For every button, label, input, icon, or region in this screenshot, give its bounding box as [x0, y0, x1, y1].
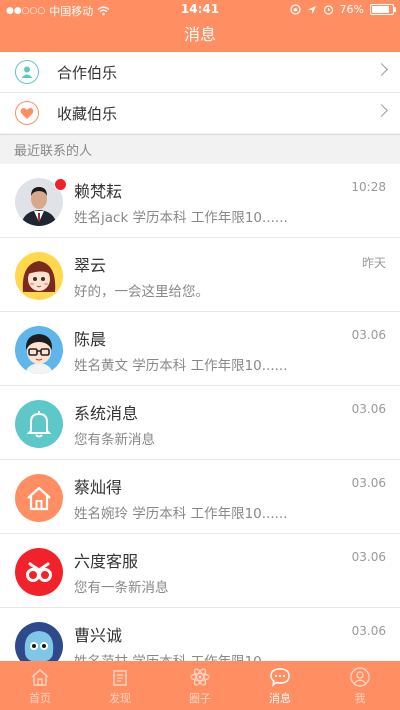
- message-preview: 姓名婉玲 学历本科 工作年限10......: [74, 506, 288, 522]
- message-time: 03.06: [351, 476, 386, 490]
- battery-icon: [370, 4, 396, 15]
- home-icon: [15, 474, 63, 522]
- tab-label: 圈子: [189, 692, 211, 705]
- chevron-right-icon: [375, 63, 388, 76]
- contact-row[interactable]: 六度客服 您有一条新消息 03.06: [0, 534, 400, 608]
- chevron-right-icon: [375, 104, 388, 117]
- menu-list: 合作伯乐 收藏伯乐: [0, 52, 400, 133]
- contact-name: 蔡灿得: [74, 478, 123, 497]
- orientation-lock-icon: [289, 4, 301, 15]
- message-time: 10:28: [351, 180, 386, 194]
- unread-badge: [54, 178, 67, 191]
- message-preview: 您有一条新消息: [74, 580, 169, 596]
- menu-item-favorites[interactable]: 收藏伯乐: [0, 93, 400, 133]
- menu-item-label: 收藏伯乐: [57, 104, 118, 123]
- contact-name: 陈晨: [74, 330, 107, 349]
- service-logo-icon: [15, 548, 63, 596]
- message-time: 昨天: [361, 256, 386, 270]
- message-time: 03.06: [351, 550, 386, 564]
- contact-row[interactable]: 陈晨 姓名黄文 学历本科 工作年限10...... 03.06: [0, 312, 400, 386]
- home-tab-icon: [31, 669, 49, 686]
- menu-item-label: 合作伯乐: [57, 63, 118, 82]
- circle-tab-icon: [190, 668, 210, 686]
- tab-bar: 首页 发现 圈子 消息 我: [0, 661, 400, 710]
- contact-name: 翠云: [74, 256, 107, 275]
- contact-name: 系统消息: [74, 404, 139, 423]
- message-time: 03.06: [351, 328, 386, 342]
- message-time: 03.06: [351, 624, 386, 638]
- tab-label: 消息: [269, 692, 291, 705]
- message-preview: 好的，一会这里给您。: [74, 284, 209, 300]
- contact-name: 六度客服: [74, 552, 139, 571]
- tab-home[interactable]: 首页: [0, 661, 80, 710]
- tab-messages[interactable]: 消息: [240, 661, 320, 710]
- message-time: 03.06: [351, 402, 386, 416]
- person-icon: [15, 60, 39, 84]
- tab-label: 发现: [109, 692, 131, 705]
- status-bar: ●●○○○ 中国移动 14:41 76%: [0, 0, 400, 20]
- discover-tab-icon: [113, 670, 127, 686]
- header: ●●○○○ 中国移动 14:41 76% 消息: [0, 0, 400, 52]
- profile-tab-icon: [350, 667, 370, 687]
- girl-cartoon-avatar: [15, 252, 63, 300]
- contact-row[interactable]: 赖梵耘 姓名jack 学历本科 工作年限10...... 10:28: [0, 164, 400, 238]
- heart-icon: [15, 101, 39, 125]
- tab-circle[interactable]: 圈子: [160, 661, 240, 710]
- tab-profile[interactable]: 我: [320, 661, 400, 710]
- page-title: 消息: [183, 25, 216, 44]
- contact-row[interactable]: 系统消息 您有条新消息 03.06: [0, 386, 400, 460]
- bell-icon: [15, 400, 63, 448]
- contact-name: 赖梵耘: [74, 182, 123, 201]
- contact-row[interactable]: 蔡灿得 姓名婉玲 学历本科 工作年限10...... 03.06: [0, 460, 400, 534]
- message-tab-icon: [270, 668, 290, 687]
- message-preview: 姓名黄文 学历本科 工作年限10......: [74, 358, 288, 374]
- tab-label: 我: [354, 692, 366, 705]
- location-icon: [307, 5, 316, 14]
- section-header: 最近联系的人: [0, 134, 400, 164]
- message-preview: 姓名jack 学历本科 工作年限10......: [74, 210, 288, 226]
- contact-row[interactable]: 翠云 好的，一会这里给您。 昨天: [0, 238, 400, 312]
- message-preview: 您有条新消息: [74, 432, 155, 448]
- tab-label: 首页: [29, 692, 51, 705]
- alarm-icon: [323, 5, 333, 15]
- menu-item-cooperation[interactable]: 合作伯乐: [0, 52, 400, 93]
- contact-name: 曹兴诚: [74, 626, 123, 645]
- contact-list: 赖梵耘 姓名jack 学历本科 工作年限10...... 10:28 翠云 好的…: [0, 164, 400, 682]
- boy-glasses-avatar: [15, 326, 63, 374]
- battery-percent: 76%: [339, 3, 364, 16]
- tab-discover[interactable]: 发现: [80, 661, 160, 710]
